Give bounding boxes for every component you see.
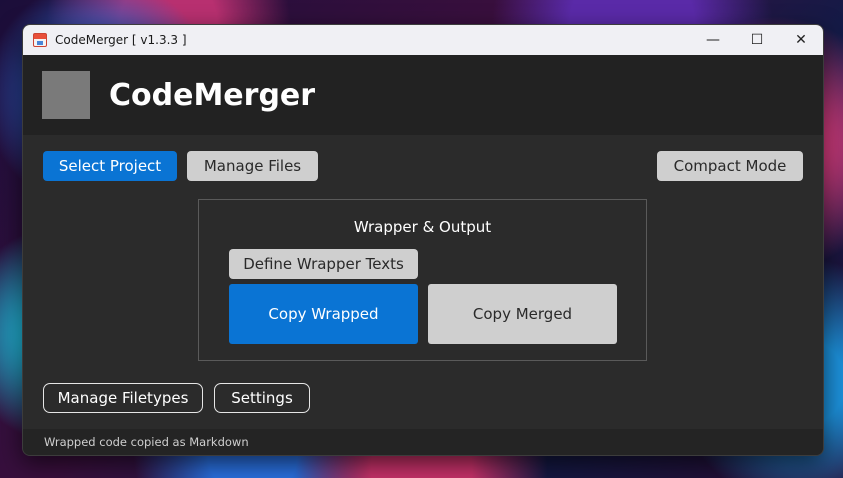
close-button[interactable]: ✕ [779,25,823,55]
status-message: Wrapped code copied as Markdown [44,435,249,449]
copy-wrapped-button[interactable]: Copy Wrapped [229,284,418,344]
logo-placeholder [42,71,90,119]
wrapper-output-panel: Wrapper & Output Define Wrapper Texts Co… [198,199,647,361]
window-controls: — ☐ ✕ [691,25,823,55]
panel-title: Wrapper & Output [353,218,492,236]
status-bar: Wrapped code copied as Markdown [23,429,823,455]
title-bar[interactable]: CodeMerger [ v1.3.3 ] — ☐ ✕ [23,25,823,55]
settings-button[interactable]: Settings [214,383,310,413]
app-header: CodeMerger [23,55,823,135]
minimize-button[interactable]: — [691,25,735,55]
define-wrapper-texts-button[interactable]: Define Wrapper Texts [229,249,418,279]
manage-filetypes-button[interactable]: Manage Filetypes [43,383,203,413]
app-window: CodeMerger [ v1.3.3 ] — ☐ ✕ CodeMerger S… [22,24,824,456]
window-title: CodeMerger [ v1.3.3 ] [55,33,187,47]
maximize-button[interactable]: ☐ [735,25,779,55]
app-icon [33,33,47,47]
copy-merged-button[interactable]: Copy Merged [428,284,617,344]
select-project-button[interactable]: Select Project [43,151,177,181]
app-name: CodeMerger [109,77,316,113]
manage-files-button[interactable]: Manage Files [187,151,318,181]
compact-mode-button[interactable]: Compact Mode [657,151,803,181]
